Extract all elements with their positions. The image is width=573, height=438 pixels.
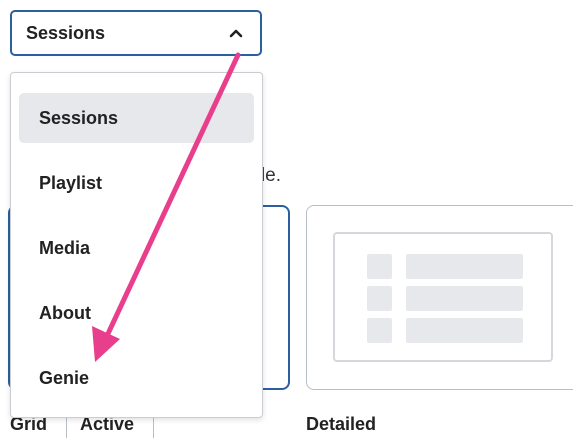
- detailed-view-card[interactable]: [306, 205, 573, 390]
- detail-row-bar: [406, 318, 523, 343]
- screen: ode. Grid Active Detailed Sessions: [0, 0, 573, 438]
- menu-item-label: Sessions: [39, 107, 119, 128]
- menu-item-label: About: [39, 302, 91, 323]
- menu-item-sessions[interactable]: Sessions: [19, 93, 254, 143]
- detailed-card-label: Detailed: [306, 414, 377, 434]
- detail-row-square: [367, 254, 392, 279]
- detail-row-square: [367, 318, 392, 343]
- view-select-dropdown[interactable]: Sessions: [10, 10, 262, 56]
- detail-row-square: [367, 286, 392, 311]
- menu-item-label: Genie: [39, 367, 90, 388]
- detailed-thumbnail: [333, 232, 553, 362]
- menu-item-genie[interactable]: Genie: [19, 353, 254, 403]
- menu-item-about[interactable]: About: [19, 288, 254, 338]
- menu-item-label: Media: [39, 237, 91, 258]
- detail-row-bar: [406, 286, 523, 311]
- menu-item-label: Playlist: [39, 172, 103, 193]
- menu-item-media[interactable]: Media: [19, 223, 254, 273]
- select-options-menu: Sessions Playlist Media About Genie: [10, 72, 263, 418]
- chevron-up-icon: [228, 25, 244, 41]
- select-current-value: Sessions: [26, 22, 106, 43]
- detail-row-bar: [406, 254, 523, 279]
- menu-item-playlist[interactable]: Playlist: [19, 158, 254, 208]
